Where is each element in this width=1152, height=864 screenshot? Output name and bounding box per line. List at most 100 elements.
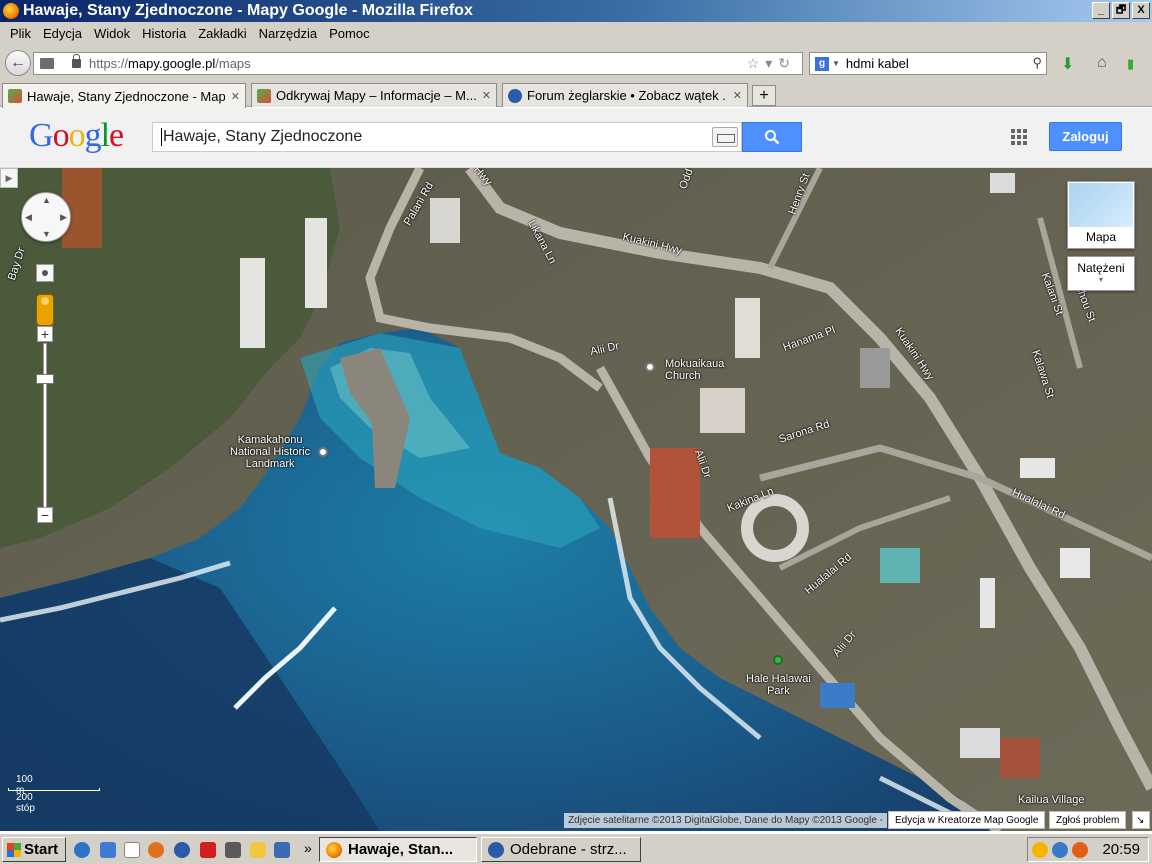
tray-sun-icon[interactable] [1032, 841, 1048, 858]
start-button[interactable]: Start [2, 837, 66, 862]
new-tab-button[interactable]: + [752, 85, 776, 106]
site-identity-icon[interactable] [40, 58, 54, 69]
menu-edit[interactable]: Edycja [37, 26, 88, 41]
firefox-icon [3, 3, 19, 19]
notepad-icon[interactable] [124, 842, 140, 858]
map-type-button[interactable]: Mapa [1067, 181, 1135, 249]
window-title-bar: Hawaje, Stany Zjednoczone - Mapy Google … [0, 0, 1152, 22]
red-star-icon[interactable] [200, 842, 216, 858]
close-button[interactable]: X [1132, 2, 1150, 19]
bookmark-star-icon[interactable]: ☆▾↻ [747, 55, 796, 72]
poi-label-kailua-village[interactable]: Kailua Village [1018, 794, 1084, 806]
keyboard-icon[interactable] [712, 127, 738, 147]
more-quicklaunch-icon[interactable]: » [304, 840, 312, 856]
pan-down-icon: ▼ [42, 229, 51, 239]
app-icon[interactable] [274, 842, 290, 858]
pan-right-icon: ▶ [60, 212, 67, 222]
poi-label-mokuaikaua-church[interactable]: Mokuaikaua Church [665, 358, 724, 382]
thunderbird-icon[interactable] [174, 842, 190, 858]
restore-button[interactable]: 🗗 [1112, 2, 1130, 19]
close-icon[interactable]: ✕ [733, 89, 742, 102]
menu-help[interactable]: Pomoc [323, 26, 375, 41]
poi-label-kamakahonu[interactable]: Kamakahonu National Historic Landmark [230, 434, 310, 470]
collapse-icon[interactable]: ↘ [1132, 811, 1150, 829]
login-button[interactable]: Zaloguj [1049, 122, 1122, 151]
address-bar[interactable]: https://mapy.google.pl/maps ☆▾↻ [33, 52, 803, 75]
apps-grid-icon[interactable] [1011, 129, 1027, 145]
tab-forum[interactable]: Forum żeglarskie • Zobacz wątek ... ✕ [502, 83, 748, 107]
map-type-label: Mapa [1085, 230, 1117, 244]
url-text[interactable]: https://mapy.google.pl/maps [89, 56, 251, 71]
poi-label-hale-halawai-park[interactable]: Hale Halawai Park [746, 673, 811, 697]
windows-taskbar: Start » Hawaje, Stan... Odebrane - strz.… [0, 833, 1152, 864]
globe-icon[interactable] [74, 842, 90, 858]
lock-icon [72, 54, 81, 68]
search-query-text[interactable]: Hawaje, Stany Zjednoczone [161, 128, 362, 146]
tool-icon[interactable] [225, 842, 241, 858]
task-thunderbird[interactable]: Odebrane - strz... [481, 837, 641, 862]
tray-network-icon[interactable] [1052, 841, 1068, 858]
google-maps-favicon-icon [257, 88, 271, 103]
zoom-slider-thumb[interactable] [36, 374, 54, 384]
zoom-slider-track[interactable] [43, 343, 47, 508]
minimize-button[interactable]: _ [1092, 2, 1110, 19]
window-title: Hawaje, Stany Zjednoczone - Mapy Google … [23, 2, 473, 19]
download-icon[interactable]: ⬇ [1061, 54, 1074, 74]
back-button[interactable]: ← [5, 50, 31, 76]
street-view-pegman-icon[interactable] [36, 294, 54, 326]
close-icon[interactable]: ✕ [482, 89, 491, 102]
edit-in-map-maker-link[interactable]: Edycja w Kreatorze Map Google [888, 811, 1046, 829]
search-input[interactable]: hdmi kabel [846, 56, 909, 71]
system-tray: 20:59 [1027, 837, 1149, 862]
report-problem-link[interactable]: Zgłoś problem [1049, 811, 1127, 829]
close-icon[interactable]: ✕ [231, 90, 240, 103]
zoom-in-button[interactable]: + [37, 326, 53, 342]
firefox-icon[interactable] [148, 842, 164, 858]
map-thumbnail [1069, 183, 1133, 227]
signal-icon[interactable]: ▮ [1127, 56, 1134, 72]
church-poi-icon[interactable] [645, 362, 655, 372]
landmark-poi-icon[interactable] [318, 447, 328, 457]
park-poi-icon[interactable] [773, 655, 783, 665]
forum-favicon-icon [508, 88, 522, 103]
menu-file[interactable]: Plik [4, 26, 37, 41]
windows-logo-icon [7, 842, 21, 857]
thunderbird-icon [488, 841, 504, 858]
search-icon[interactable]: ⚲ [1032, 55, 1042, 71]
zoom-out-button[interactable]: − [37, 507, 53, 523]
menu-tools[interactable]: Narzędzia [253, 26, 324, 41]
satellite-map[interactable]: Kuakini Hwy Kuakini Hwy Palani Rd Hwy Li… [0, 168, 1152, 831]
map-attribution: Zdjęcie satelitarne ©2013 DigitalGlobe, … [564, 813, 887, 828]
google-logo[interactable]: Google [29, 117, 124, 155]
menu-history[interactable]: Historia [136, 26, 192, 41]
task-firefox[interactable]: Hawaje, Stan... [319, 837, 477, 862]
tab-odkrywaj[interactable]: Odkrywaj Mapy – Informacje – M... ✕ [251, 83, 497, 107]
menu-bookmarks[interactable]: Zakładki [192, 26, 252, 41]
side-panel-toggle-icon[interactable]: ▶ [0, 168, 18, 188]
maps-search-input[interactable]: Hawaje, Stany Zjednoczone [152, 122, 742, 152]
folder-icon[interactable] [250, 842, 266, 858]
google-search-engine-icon[interactable]: g [815, 56, 829, 71]
clock: 20:59 [1102, 841, 1140, 858]
google-maps-favicon-icon [8, 89, 22, 103]
ie-icon[interactable] [100, 842, 116, 858]
chevron-down-icon[interactable]: ▼ [832, 59, 840, 68]
reset-view-icon[interactable] [36, 264, 54, 282]
pan-up-icon: ▲ [42, 195, 51, 205]
tab-strip: Hawaje, Stany Zjednoczone - Map... ✕ Odk… [0, 80, 1152, 108]
google-header: Google Hawaje, Stany Zjednoczone Zaloguj [0, 108, 1152, 168]
search-icon [765, 130, 780, 145]
firefox-icon [326, 841, 342, 858]
pan-left-icon: ◀ [25, 212, 32, 222]
home-icon[interactable]: ⌂ [1097, 54, 1107, 72]
traffic-layer-button[interactable]: Natężeni ▾ [1067, 256, 1135, 291]
pan-control[interactable]: ▲ ▼ ◀ ▶ [21, 192, 71, 242]
menu-view[interactable]: Widok [88, 26, 136, 41]
navigation-toolbar: ← https://mapy.google.pl/maps ☆▾↻ g ▼ hd… [0, 45, 1152, 80]
search-button[interactable] [742, 122, 802, 152]
tray-app-icon[interactable] [1072, 841, 1088, 858]
tab-hawaje[interactable]: Hawaje, Stany Zjednoczone - Map... ✕ [2, 83, 246, 108]
search-bar[interactable]: g ▼ hdmi kabel ⚲ [809, 52, 1047, 75]
satellite-imagery [0, 168, 1152, 831]
menu-bar: Plik Edycja Widok Historia Zakładki Narz… [0, 22, 1152, 45]
